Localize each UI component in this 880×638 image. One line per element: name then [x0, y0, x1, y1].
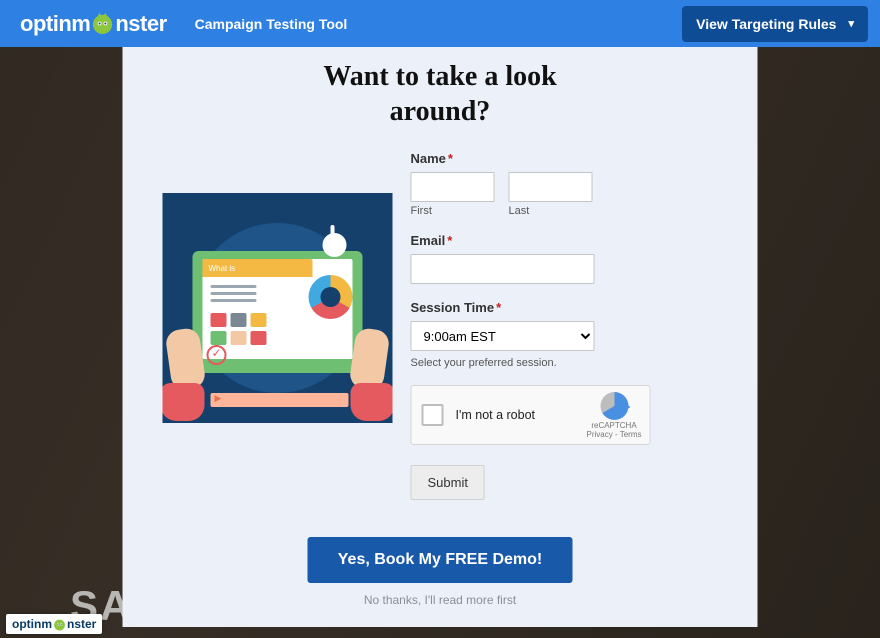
illus-search-bar: What is	[203, 259, 313, 277]
checkmark-icon	[207, 345, 227, 365]
name-label: Name*	[411, 151, 728, 166]
email-input[interactable]	[411, 254, 595, 284]
required-asterisk: *	[447, 233, 452, 248]
view-targeting-rules-button[interactable]: View Targeting Rules ▾	[682, 6, 868, 42]
last-name-input[interactable]	[509, 172, 593, 202]
recaptcha-icon	[600, 392, 628, 420]
recaptcha-checkbox[interactable]	[422, 404, 444, 426]
session-helper: Select your preferred session.	[411, 357, 728, 369]
footer-brand-pre: optinm	[12, 617, 52, 631]
session-label: Session Time*	[411, 300, 728, 315]
recaptcha-badge: reCAPTCHA Privacy - Terms	[587, 392, 642, 439]
music-note-icon	[323, 233, 347, 257]
monster-icon	[53, 618, 66, 631]
last-name-sublabel: Last	[509, 205, 593, 217]
monster-icon	[91, 12, 114, 35]
brand-text-post: nster	[115, 11, 166, 37]
demo-modal: Want to take a look around? What is	[123, 47, 758, 627]
brand-logo[interactable]: optinm nster	[20, 11, 167, 37]
submit-button[interactable]: Submit	[411, 465, 485, 500]
first-name-input[interactable]	[411, 172, 495, 202]
decline-link[interactable]: No thanks, I'll read more first	[123, 593, 758, 607]
recaptcha-text: I'm not a robot	[456, 408, 536, 422]
first-name-sublabel: First	[411, 205, 495, 217]
targeting-btn-label: View Targeting Rules	[696, 16, 836, 32]
brand-text-pre: optinm	[20, 11, 90, 37]
required-asterisk: *	[496, 300, 501, 315]
form-column: Name* First Last Email*	[403, 151, 728, 519]
optinmonster-footer-badge[interactable]: optinm nster	[6, 614, 102, 634]
email-label: Email*	[411, 233, 728, 248]
book-demo-button[interactable]: Yes, Book My FREE Demo!	[308, 537, 573, 583]
player-bar-icon	[211, 393, 349, 407]
chevron-down-icon: ▾	[848, 17, 854, 30]
illustration-column: What is	[153, 151, 403, 519]
name-field-block: Name* First Last	[411, 151, 728, 217]
tablet-illustration: What is	[163, 193, 393, 423]
modal-body: What is Name*	[123, 133, 758, 519]
footer-brand-post: nster	[67, 617, 96, 631]
modal-title: Want to take a look around?	[153, 59, 728, 129]
recaptcha-widget: I'm not a robot reCAPTCHA Privacy - Term…	[411, 385, 651, 445]
required-asterisk: *	[448, 151, 453, 166]
gear-icon	[309, 275, 353, 319]
cta-row: Yes, Book My FREE Demo!	[123, 537, 758, 583]
session-time-select[interactable]: 9:00am EST	[411, 321, 595, 351]
tool-name: Campaign Testing Tool	[195, 16, 348, 32]
topbar: optinm nster Campaign Testing Tool View …	[0, 0, 880, 47]
email-field-block: Email*	[411, 233, 728, 284]
session-field-block: Session Time* 9:00am EST Select your pre…	[411, 300, 728, 369]
